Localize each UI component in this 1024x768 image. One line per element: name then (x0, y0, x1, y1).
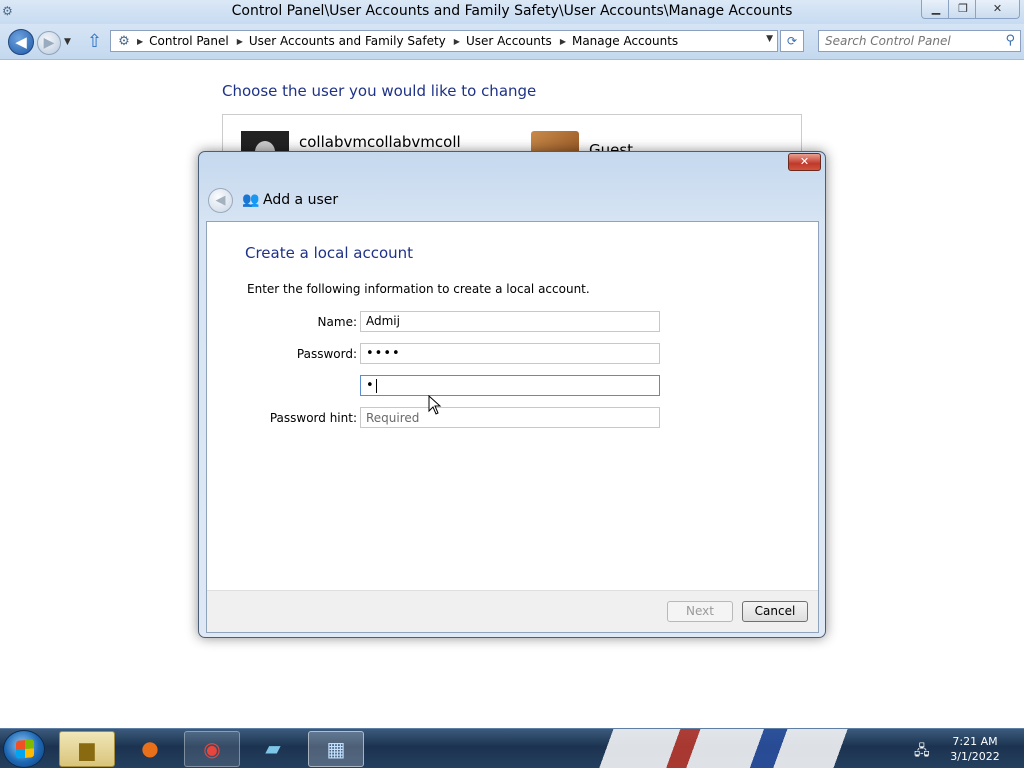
confirm-password-field[interactable]: • (360, 375, 660, 396)
firefox-icon[interactable]: ● (122, 731, 178, 767)
control-panel-icon: ⚙ (118, 33, 130, 49)
minimize-button[interactable]: ▁ (921, 0, 951, 19)
chevron-right-icon[interactable]: ▶ (137, 37, 143, 46)
name-label: Name: (317, 315, 357, 329)
dialog-footer: Next Cancel (207, 590, 818, 632)
cancel-button[interactable]: Cancel (742, 601, 808, 622)
clock-time: 7:21 AM (952, 735, 998, 748)
password-hint-label: Password hint: (269, 411, 357, 425)
dialog-title: Add a user (263, 192, 339, 208)
window-titlebar: ⚙ Control Panel\User Accounts and Family… (0, 0, 1024, 24)
back-button[interactable]: ◀ (8, 29, 34, 55)
windows-logo-icon (16, 739, 34, 759)
password-label: Password: (296, 347, 357, 361)
confirm-password-value: • (366, 378, 375, 393)
network-icon[interactable]: 🖧 (914, 740, 930, 764)
chevron-right-icon[interactable]: ▶ (237, 37, 243, 46)
forward-button[interactable]: ▶ (37, 31, 61, 55)
search-icon[interactable]: ⚲ (1005, 33, 1015, 48)
dialog-close-button[interactable]: ✕ (788, 153, 821, 171)
chevron-right-icon[interactable]: ▶ (454, 37, 460, 46)
breadcrumb-manage-accounts[interactable]: Manage Accounts (572, 34, 678, 48)
breadcrumb-user-accounts-family-safety[interactable]: User Accounts and Family Safety (249, 34, 446, 48)
close-window-button[interactable]: ✕ (975, 0, 1020, 19)
search-input[interactable] (819, 31, 989, 51)
search-box[interactable]: ⚲ (818, 30, 1021, 52)
chrome-icon[interactable]: ◉ (184, 731, 240, 767)
name-field[interactable]: Admij (360, 311, 660, 332)
refresh-button[interactable]: ⟳ (780, 30, 804, 52)
dialog-body: Create a local account Enter the followi… (206, 221, 819, 633)
breadcrumb-control-panel[interactable]: Control Panel (149, 34, 229, 48)
mouse-cursor-icon (428, 395, 442, 415)
windows-explorer-icon[interactable]: ▆ (59, 731, 115, 767)
page-title: Choose the user you would like to change (222, 82, 537, 100)
text-caret (375, 378, 377, 393)
dialog-back-button[interactable]: ◀ (208, 188, 233, 213)
recent-pages-dropdown-icon[interactable]: ▼ (64, 37, 71, 47)
clock-date: 3/1/2022 (950, 750, 1000, 763)
password-hint-field[interactable] (360, 407, 660, 428)
user-name[interactable]: collabvmcollabvmcoll (299, 133, 461, 151)
notepad-icon[interactable]: ▰ (245, 731, 301, 767)
password-field[interactable]: •••• (360, 343, 660, 364)
desktop-wallpaper-strip (580, 729, 900, 768)
dialog-heading: Create a local account (245, 244, 414, 262)
system-clock[interactable]: 7:21 AM 3/1/2022 (940, 734, 1010, 764)
taskbar: ▆ ● ◉ ▰ ▦ 🖧 7:21 AM 3/1/2022 (0, 728, 1024, 768)
control-panel-taskbar-icon[interactable]: ▦ (308, 731, 364, 767)
add-user-dialog: ✕ ◀ 👥 Add a user Create a local account … (198, 151, 826, 638)
breadcrumb[interactable]: ⚙ ▶ Control Panel ▶ User Accounts and Fa… (110, 30, 778, 52)
chevron-right-icon[interactable]: ▶ (560, 37, 566, 46)
next-button[interactable]: Next (667, 601, 733, 622)
start-button[interactable] (3, 730, 45, 768)
window-title: Control Panel\User Accounts and Family S… (231, 3, 793, 19)
up-arrow-icon[interactable]: ⇧ (87, 31, 102, 52)
users-icon: 👥 (242, 192, 260, 208)
address-dropdown-icon[interactable]: ▼ (766, 34, 773, 44)
breadcrumb-user-accounts[interactable]: User Accounts (466, 34, 552, 48)
maximize-button[interactable]: ❐ (948, 0, 978, 19)
dialog-instructions: Enter the following information to creat… (247, 282, 590, 296)
